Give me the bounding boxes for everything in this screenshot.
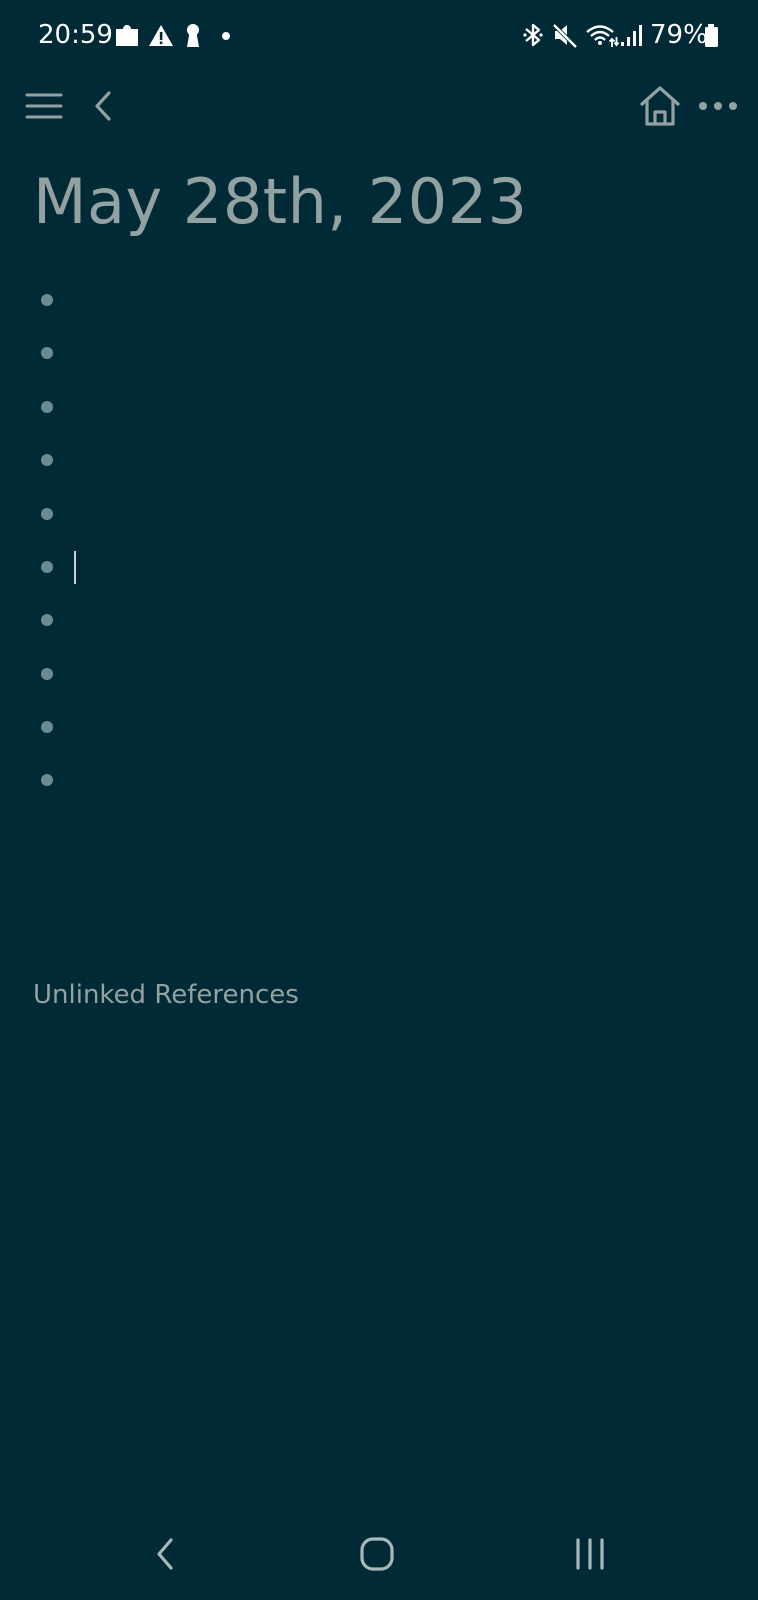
block-item[interactable] (30, 333, 730, 373)
nav-home-button[interactable] (342, 1524, 412, 1584)
back-button[interactable] (78, 80, 130, 132)
screen: 20:59 79% May 28th, 2023 Unlinked Refere… (0, 0, 758, 1600)
block-item[interactable] (30, 494, 730, 534)
nav-home-icon (359, 1536, 395, 1572)
bullet[interactable] (41, 401, 53, 413)
nav-recents-button[interactable] (555, 1524, 625, 1584)
block-item[interactable] (30, 654, 730, 694)
bullet[interactable] (41, 668, 53, 680)
home-icon (638, 84, 682, 128)
block-item[interactable] (30, 387, 730, 427)
text-caret (74, 551, 76, 584)
bullet[interactable] (41, 347, 53, 359)
block-item[interactable] (30, 707, 730, 747)
keyhole-icon (184, 20, 202, 50)
warning-icon (148, 20, 174, 50)
block-item-editing[interactable] (30, 547, 730, 587)
block-item[interactable] (30, 600, 730, 640)
bullet[interactable] (41, 561, 53, 573)
bullet[interactable] (41, 721, 53, 733)
battery-icon (703, 20, 721, 50)
battery-percent: 79% (650, 20, 708, 50)
status-bar: 20:59 79% (0, 0, 758, 72)
bullet[interactable] (41, 614, 53, 626)
block-item[interactable] (30, 760, 730, 800)
dot-icon (220, 20, 232, 50)
bullet[interactable] (41, 454, 53, 466)
bullet[interactable] (41, 774, 53, 786)
status-time: 20:59 (38, 20, 113, 50)
more-button[interactable] (692, 80, 744, 132)
toolbar (0, 72, 758, 138)
nav-bar (0, 1510, 758, 1600)
block-item[interactable] (30, 280, 730, 320)
more-icon (698, 100, 738, 112)
unlinked-references-toggle[interactable]: Unlinked References (33, 978, 299, 1012)
menu-icon (25, 91, 63, 121)
bullet[interactable] (41, 294, 53, 306)
back-icon (92, 89, 116, 123)
home-button[interactable] (634, 80, 686, 132)
nav-back-button[interactable] (130, 1524, 200, 1584)
bluetooth-icon (522, 20, 544, 50)
bullet[interactable] (41, 508, 53, 520)
wifi-icon (585, 20, 619, 50)
signal-icon (620, 20, 644, 50)
block-item[interactable] (30, 440, 730, 480)
menu-button[interactable] (18, 80, 70, 132)
puzzle-icon (114, 20, 142, 50)
nav-back-icon (153, 1536, 177, 1572)
mute-icon (552, 20, 578, 50)
nav-recents-icon (573, 1537, 607, 1571)
page-title[interactable]: May 28th, 2023 (33, 164, 528, 240)
